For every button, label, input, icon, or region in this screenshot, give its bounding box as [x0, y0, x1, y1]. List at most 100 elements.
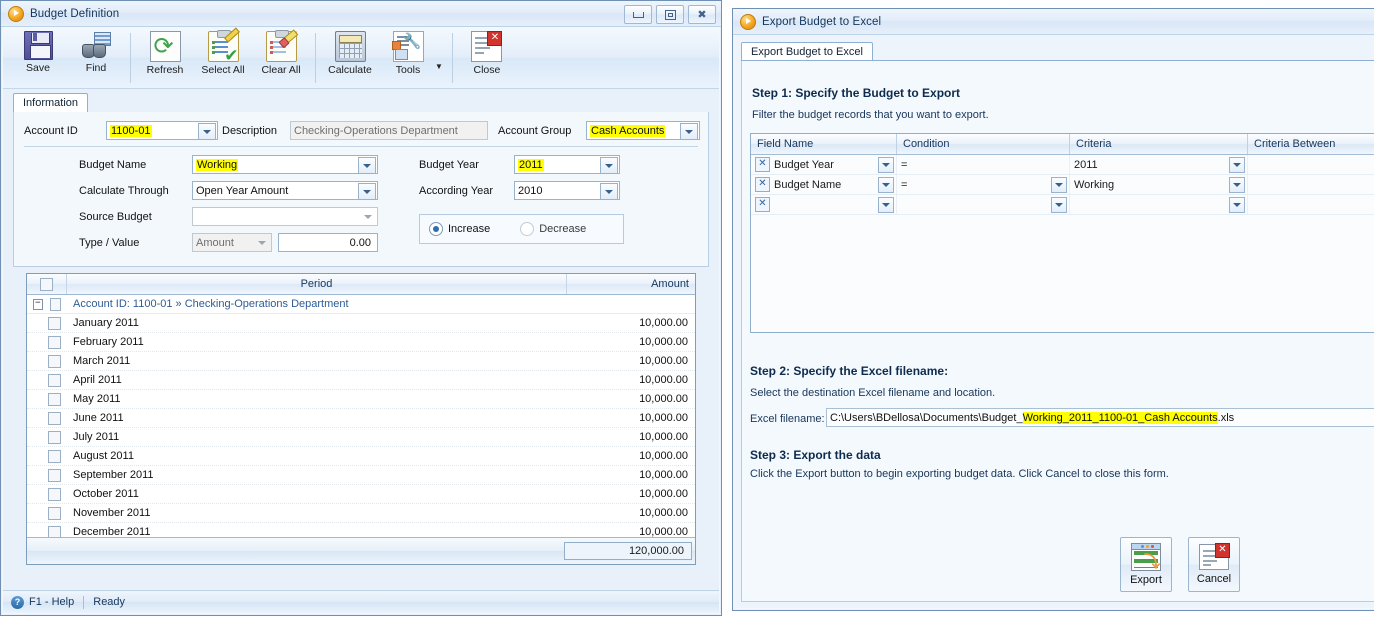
filter-header-criteria-between[interactable]: Criteria Between — [1248, 134, 1374, 154]
decrease-radio[interactable]: Decrease — [520, 222, 586, 236]
table-row[interactable]: July 2011 10,000.00 — [27, 428, 695, 447]
row-period: June 2011 — [73, 412, 124, 424]
close-button[interactable]: ✖ — [688, 5, 716, 24]
save-button[interactable]: Save — [9, 31, 67, 87]
table-row[interactable]: August 2011 10,000.00 — [27, 447, 695, 466]
row-checkbox-icon[interactable] — [48, 506, 61, 520]
table-row[interactable]: March 2011 10,000.00 — [27, 352, 695, 371]
filter-condition-dropdown-icon[interactable] — [1051, 177, 1067, 193]
group-row-checkbox-icon[interactable] — [49, 297, 61, 311]
filter-field-dropdown-icon[interactable] — [878, 157, 894, 173]
filter-criteria-cell[interactable]: Working — [1070, 175, 1248, 194]
grid-body: − Account ID: 1100-01 » Checking-Operatio… — [27, 295, 695, 542]
find-button[interactable]: Find — [67, 31, 125, 87]
filter-field-cell[interactable]: ✕ Budget Name — [751, 175, 897, 194]
grid-header-amount[interactable]: Amount — [567, 274, 695, 294]
tab-export-budget-to-excel[interactable]: Export Budget to Excel — [741, 42, 873, 62]
type-select[interactable]: Amount — [192, 233, 272, 252]
row-checkbox-icon[interactable] — [48, 354, 61, 368]
account-group-dropdown-icon[interactable] — [680, 123, 698, 140]
type-dropdown-icon[interactable] — [254, 235, 270, 250]
budget-year-dropdown-icon[interactable] — [600, 157, 618, 174]
row-checkbox-icon[interactable] — [48, 411, 61, 425]
increase-radio[interactable]: Increase — [429, 222, 490, 236]
clear-all-button[interactable]: Clear All — [252, 29, 310, 87]
cancel-button[interactable]: ✕ Cancel — [1188, 537, 1240, 592]
filter-row[interactable]: ✕ Budget Name = Working — [751, 175, 1374, 195]
table-row[interactable]: November 2011 10,000.00 — [27, 504, 695, 523]
budget-name-dropdown-icon[interactable] — [358, 157, 376, 174]
header-checkbox-icon[interactable] — [40, 277, 53, 291]
table-row[interactable]: January 2011 10,000.00 — [27, 314, 695, 333]
filter-condition-cell[interactable] — [897, 195, 1070, 214]
refresh-button[interactable]: ⟳ Refresh — [136, 31, 194, 87]
table-row[interactable]: February 2011 10,000.00 — [27, 333, 695, 352]
filter-condition-cell[interactable]: = — [897, 155, 1070, 174]
account-id-dropdown-icon[interactable] — [198, 123, 216, 140]
minimize-button[interactable] — [624, 5, 652, 24]
row-checkbox-icon[interactable] — [48, 468, 61, 482]
excel-filename-input[interactable]: C:\Users\BDellosa\Documents\Budget_ Worki… — [826, 408, 1374, 427]
filter-row[interactable]: ✕ — [751, 195, 1374, 215]
tools-dropdown-arrow-icon[interactable]: ▼ — [435, 48, 443, 71]
calculate-through-dropdown-icon[interactable] — [358, 183, 376, 200]
delete-row-icon[interactable]: ✕ — [755, 177, 770, 192]
filter-field-dropdown-icon[interactable] — [878, 197, 894, 213]
row-checkbox-icon[interactable] — [48, 430, 61, 444]
value-amount-field[interactable]: 0.00 — [278, 233, 378, 252]
filter-field-cell[interactable]: ✕ Budget Year — [751, 155, 897, 174]
close-toolbar-button[interactable]: ✕ Close — [458, 31, 516, 87]
source-budget-dropdown-icon[interactable] — [360, 209, 376, 224]
row-checkbox-icon[interactable] — [48, 449, 61, 463]
tab-information[interactable]: Information — [13, 93, 89, 113]
grid-header-period[interactable]: Period — [67, 274, 567, 294]
decrease-label: Decrease — [539, 223, 587, 235]
account-group-field[interactable]: Cash Accounts — [586, 121, 700, 140]
calculate-through-field[interactable]: Open Year Amount — [192, 181, 378, 200]
row-checkbox-icon[interactable] — [48, 316, 61, 330]
filter-criteria-dropdown-icon[interactable] — [1229, 197, 1245, 213]
row-checkbox-icon[interactable] — [48, 487, 61, 501]
select-all-button[interactable]: ✔ Select All — [194, 27, 252, 87]
tools-button[interactable]: 🔧 Tools — [379, 31, 437, 87]
filter-header-field-name[interactable]: Field Name — [751, 134, 897, 154]
filter-criteria-cell[interactable]: 2011 — [1070, 155, 1248, 174]
filter-field-cell[interactable]: ✕ — [751, 195, 897, 214]
according-year-dropdown-icon[interactable] — [600, 183, 618, 200]
table-row[interactable]: April 2011 10,000.00 — [27, 371, 695, 390]
filter-between-cell[interactable] — [1248, 195, 1374, 214]
row-checkbox-icon[interactable] — [48, 335, 61, 349]
filter-condition-dropdown-icon[interactable] — [1051, 197, 1067, 213]
row-checkbox-icon[interactable] — [48, 373, 61, 387]
budget-name-field[interactable]: Working — [192, 155, 378, 174]
grid-select-all-header[interactable] — [27, 274, 67, 294]
delete-row-icon[interactable]: ✕ — [755, 157, 770, 172]
source-budget-field[interactable] — [192, 207, 378, 226]
filter-between-cell[interactable] — [1248, 155, 1374, 174]
table-row[interactable]: June 2011 10,000.00 — [27, 409, 695, 428]
direction-radio-group: Increase Decrease — [419, 214, 624, 244]
account-id-field[interactable]: 1100-01 — [106, 121, 218, 140]
filter-criteria-cell[interactable] — [1070, 195, 1248, 214]
row-checkbox-icon[interactable] — [48, 392, 61, 406]
according-year-field[interactable]: 2010 — [514, 181, 620, 200]
table-row[interactable]: October 2011 10,000.00 — [27, 485, 695, 504]
table-row[interactable]: May 2011 10,000.00 — [27, 390, 695, 409]
filter-criteria-dropdown-icon[interactable] — [1229, 177, 1245, 193]
delete-row-icon[interactable]: ✕ — [755, 197, 770, 212]
budget-year-field[interactable]: 2011 — [514, 155, 620, 174]
filter-header-criteria[interactable]: Criteria — [1070, 134, 1248, 154]
calculate-button[interactable]: Calculate — [321, 31, 379, 87]
filter-header-condition[interactable]: Condition — [897, 134, 1070, 154]
maximize-button[interactable] — [656, 5, 684, 24]
grid-group-row[interactable]: − Account ID: 1100-01 » Checking-Operatio… — [27, 295, 695, 314]
table-row[interactable]: September 2011 10,000.00 — [27, 466, 695, 485]
collapse-expander-icon[interactable]: − — [33, 298, 43, 310]
filter-row[interactable]: ✕ Budget Year = 2011 — [751, 155, 1374, 175]
filter-between-cell[interactable] — [1248, 175, 1374, 194]
status-help-label[interactable]: F1 - Help — [29, 596, 74, 608]
filter-field-dropdown-icon[interactable] — [878, 177, 894, 193]
export-button[interactable]: ⤵ Export — [1120, 537, 1172, 592]
filter-condition-cell[interactable]: = — [897, 175, 1070, 194]
filter-criteria-dropdown-icon[interactable] — [1229, 157, 1245, 173]
